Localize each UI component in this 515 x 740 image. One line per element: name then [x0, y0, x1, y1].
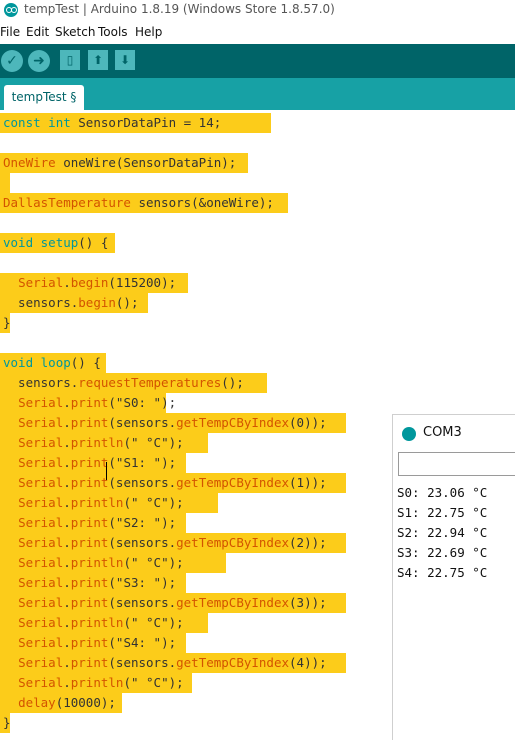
- serial-output-line: S3: 22.69 °C: [397, 545, 488, 560]
- arrow-up-icon: ⬆: [92, 53, 104, 67]
- code-line: Serial.print(sensors.getTempCByIndex(4))…: [18, 655, 327, 670]
- code-line: void loop() {: [3, 355, 101, 370]
- checkmark-icon: ✓: [6, 53, 18, 69]
- code-line: Serial.print(sensors.getTempCByIndex(2))…: [18, 535, 327, 550]
- serial-monitor-window: COM3 S0: 23.06 °C S1: 22.75 °C S2: 22.94…: [392, 414, 515, 740]
- code-line: Serial.print("S0: ");: [18, 395, 177, 410]
- title-bar: tempTest | Arduino 1.8.19 (Windows Store…: [0, 0, 515, 20]
- menu-help[interactable]: Help: [135, 25, 162, 39]
- toolbar: ✓ ➜ ▯ ⬆ ⬇: [0, 44, 515, 78]
- code-line: Serial.print("S2: ");: [18, 515, 177, 530]
- code-line: Serial.println(" °C");: [18, 675, 184, 690]
- code-line: Serial.println(" °C");: [18, 435, 184, 450]
- tab-temptest[interactable]: tempTest §: [4, 85, 84, 110]
- arduino-logo-icon: [402, 427, 416, 441]
- arduino-logo-icon: [4, 3, 18, 17]
- open-button[interactable]: ⬆: [88, 50, 108, 70]
- code-line: Serial.print("S4: ");: [18, 635, 177, 650]
- code-line: sensors.requestTemperatures();: [3, 375, 244, 390]
- code-line: }: [3, 315, 11, 330]
- serial-input-field[interactable]: [398, 452, 515, 476]
- arrow-down-icon: ⬇: [119, 53, 131, 67]
- save-button[interactable]: ⬇: [115, 50, 135, 70]
- code-line: Serial.print("S1: ");: [18, 455, 177, 470]
- code-line: }: [3, 715, 11, 730]
- code-line: OneWire oneWire(SensorDataPin);: [3, 155, 237, 170]
- text-caret: [106, 462, 107, 480]
- serial-output-line: S1: 22.75 °C: [397, 505, 488, 520]
- tab-bar: tempTest §: [0, 78, 515, 110]
- code-line: delay(10000);: [18, 695, 116, 710]
- upload-button[interactable]: ➜: [28, 50, 50, 72]
- menu-edit[interactable]: Edit: [26, 25, 49, 39]
- selection-highlight: [0, 173, 10, 193]
- code-line: Serial.println(" °C");: [18, 555, 184, 570]
- serial-monitor-title: COM3: [423, 425, 462, 440]
- code-line: Serial.print("S3: ");: [18, 575, 177, 590]
- new-button[interactable]: ▯: [60, 50, 80, 70]
- code-line: sensors.begin();: [3, 295, 139, 310]
- code-line: DallasTemperature sensors(&oneWire);: [3, 195, 274, 210]
- code-line: Serial.println(" °C");: [18, 615, 184, 630]
- code-editor[interactable]: const int SensorDataPin = 14; OneWire on…: [0, 110, 390, 739]
- serial-output-line: S0: 23.06 °C: [397, 485, 488, 500]
- window-title: tempTest | Arduino 1.8.19 (Windows Store…: [24, 2, 335, 16]
- arrow-right-icon: ➜: [33, 53, 45, 69]
- new-file-icon: ▯: [66, 53, 74, 67]
- code-line: const int SensorDataPin = 14;: [3, 115, 222, 130]
- serial-output-line: S2: 22.94 °C: [397, 525, 488, 540]
- menu-bar: File Edit Sketch Tools Help: [0, 22, 515, 42]
- code-line: Serial.print(sensors.getTempCByIndex(3))…: [18, 595, 327, 610]
- code-line: Serial.print(sensors.getTempCByIndex(0))…: [18, 415, 327, 430]
- code-line: Serial.print(sensors.getTempCByIndex(1))…: [18, 475, 327, 490]
- menu-tools[interactable]: Tools: [98, 25, 128, 39]
- serial-output-line: S4: 22.75 °C: [397, 565, 488, 580]
- code-line: Serial.begin(115200);: [18, 275, 177, 290]
- code-line: Serial.println(" °C");: [18, 495, 184, 510]
- menu-sketch[interactable]: Sketch: [55, 25, 95, 39]
- menu-file[interactable]: File: [0, 25, 20, 39]
- code-line: void setup() {: [3, 235, 109, 250]
- verify-button[interactable]: ✓: [1, 50, 23, 72]
